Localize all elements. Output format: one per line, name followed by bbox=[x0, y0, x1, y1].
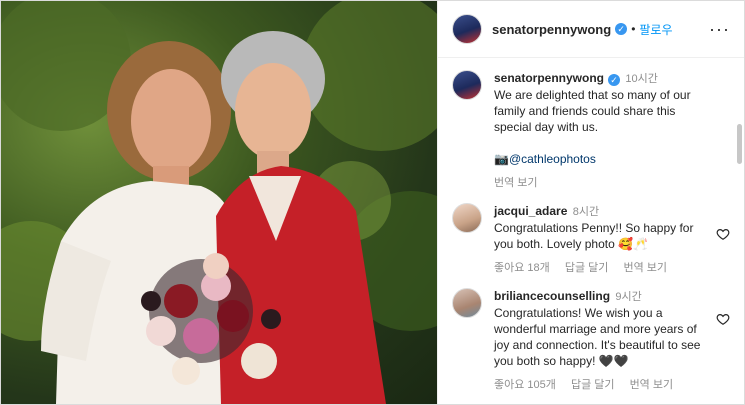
scrollbar-thumb[interactable] bbox=[737, 124, 742, 164]
caption-meta: 번역 보기 bbox=[494, 175, 714, 191]
follow-button[interactable]: 팔로우 bbox=[639, 21, 672, 38]
heart-icon[interactable] bbox=[716, 312, 730, 326]
photo-credit-link[interactable]: @cathleophotos bbox=[509, 152, 596, 166]
comment-translate-link[interactable]: 번역 보기 bbox=[630, 379, 674, 391]
post-side-panel: senatorpennywong ✓ • 팔로우 ··· senatorpenn… bbox=[437, 1, 744, 404]
comment-meta: 좋아요 105개 답글 달기 번역 보기 bbox=[494, 377, 714, 393]
heart-icon[interactable] bbox=[716, 227, 730, 241]
caption-avatar[interactable] bbox=[452, 70, 482, 100]
caption-time[interactable]: 10시간 bbox=[625, 73, 657, 85]
comment-reply-link[interactable]: 답글 달기 bbox=[571, 379, 615, 391]
more-options-icon[interactable]: ··· bbox=[709, 19, 730, 40]
caption-username[interactable]: senatorpennywong bbox=[494, 71, 604, 85]
comment-time[interactable]: 8시간 bbox=[573, 206, 599, 218]
author-username[interactable]: senatorpennywong bbox=[492, 22, 611, 37]
caption-translate-link[interactable]: 번역 보기 bbox=[494, 177, 538, 189]
comment-likes[interactable]: 좋아요 105개 bbox=[494, 379, 556, 391]
comment-text: Congratulations! We wish you a wonderful… bbox=[494, 306, 701, 368]
commenter-avatar[interactable] bbox=[452, 288, 482, 318]
comment-body: jacqui_adare 8시간 Congratulations Penny!!… bbox=[494, 203, 714, 276]
comment-username[interactable]: jacqui_adare bbox=[494, 204, 567, 218]
comment-translate-link[interactable]: 번역 보기 bbox=[623, 262, 667, 274]
comment-body: briliancecounselling 9시간 Congratulations… bbox=[494, 288, 714, 393]
comment-username[interactable]: briliancecounselling bbox=[494, 289, 610, 303]
comment-text: Congratulations Penny!! So happy for you… bbox=[494, 221, 694, 251]
comment-item: briliancecounselling 9시간 Congratulations… bbox=[452, 288, 730, 393]
comment-reply-link[interactable]: 답글 달기 bbox=[565, 262, 609, 274]
caption-body: senatorpennywong ✓ 10시간 We are delighted … bbox=[494, 70, 714, 191]
instagram-post-window: senatorpennywong ✓ • 팔로우 ··· senatorpenn… bbox=[0, 0, 745, 405]
post-photo[interactable] bbox=[1, 1, 437, 404]
separator-dot: • bbox=[631, 22, 636, 36]
verified-badge-icon: ✓ bbox=[608, 74, 621, 86]
post-header: senatorpennywong ✓ • 팔로우 ··· bbox=[438, 1, 744, 58]
comment-meta: 좋아요 18개 답글 달기 번역 보기 bbox=[494, 260, 714, 276]
author-avatar[interactable] bbox=[452, 14, 482, 44]
comment-item: jacqui_adare 8시간 Congratulations Penny!!… bbox=[452, 203, 730, 276]
verified-badge-icon: ✓ bbox=[615, 23, 628, 35]
comment-likes[interactable]: 좋아요 18개 bbox=[494, 262, 550, 274]
caption-text: We are delighted that so many of our fam… bbox=[494, 88, 691, 134]
comments-scroll-area[interactable]: senatorpennywong ✓ 10시간 We are delighted … bbox=[438, 58, 744, 404]
commenter-avatar[interactable] bbox=[452, 203, 482, 233]
wedding-photo-illustration bbox=[1, 1, 437, 404]
caption-row: senatorpennywong ✓ 10시간 We are delighted … bbox=[452, 70, 730, 191]
camera-icon: 📷 bbox=[494, 152, 509, 166]
comment-time[interactable]: 9시간 bbox=[615, 291, 641, 303]
